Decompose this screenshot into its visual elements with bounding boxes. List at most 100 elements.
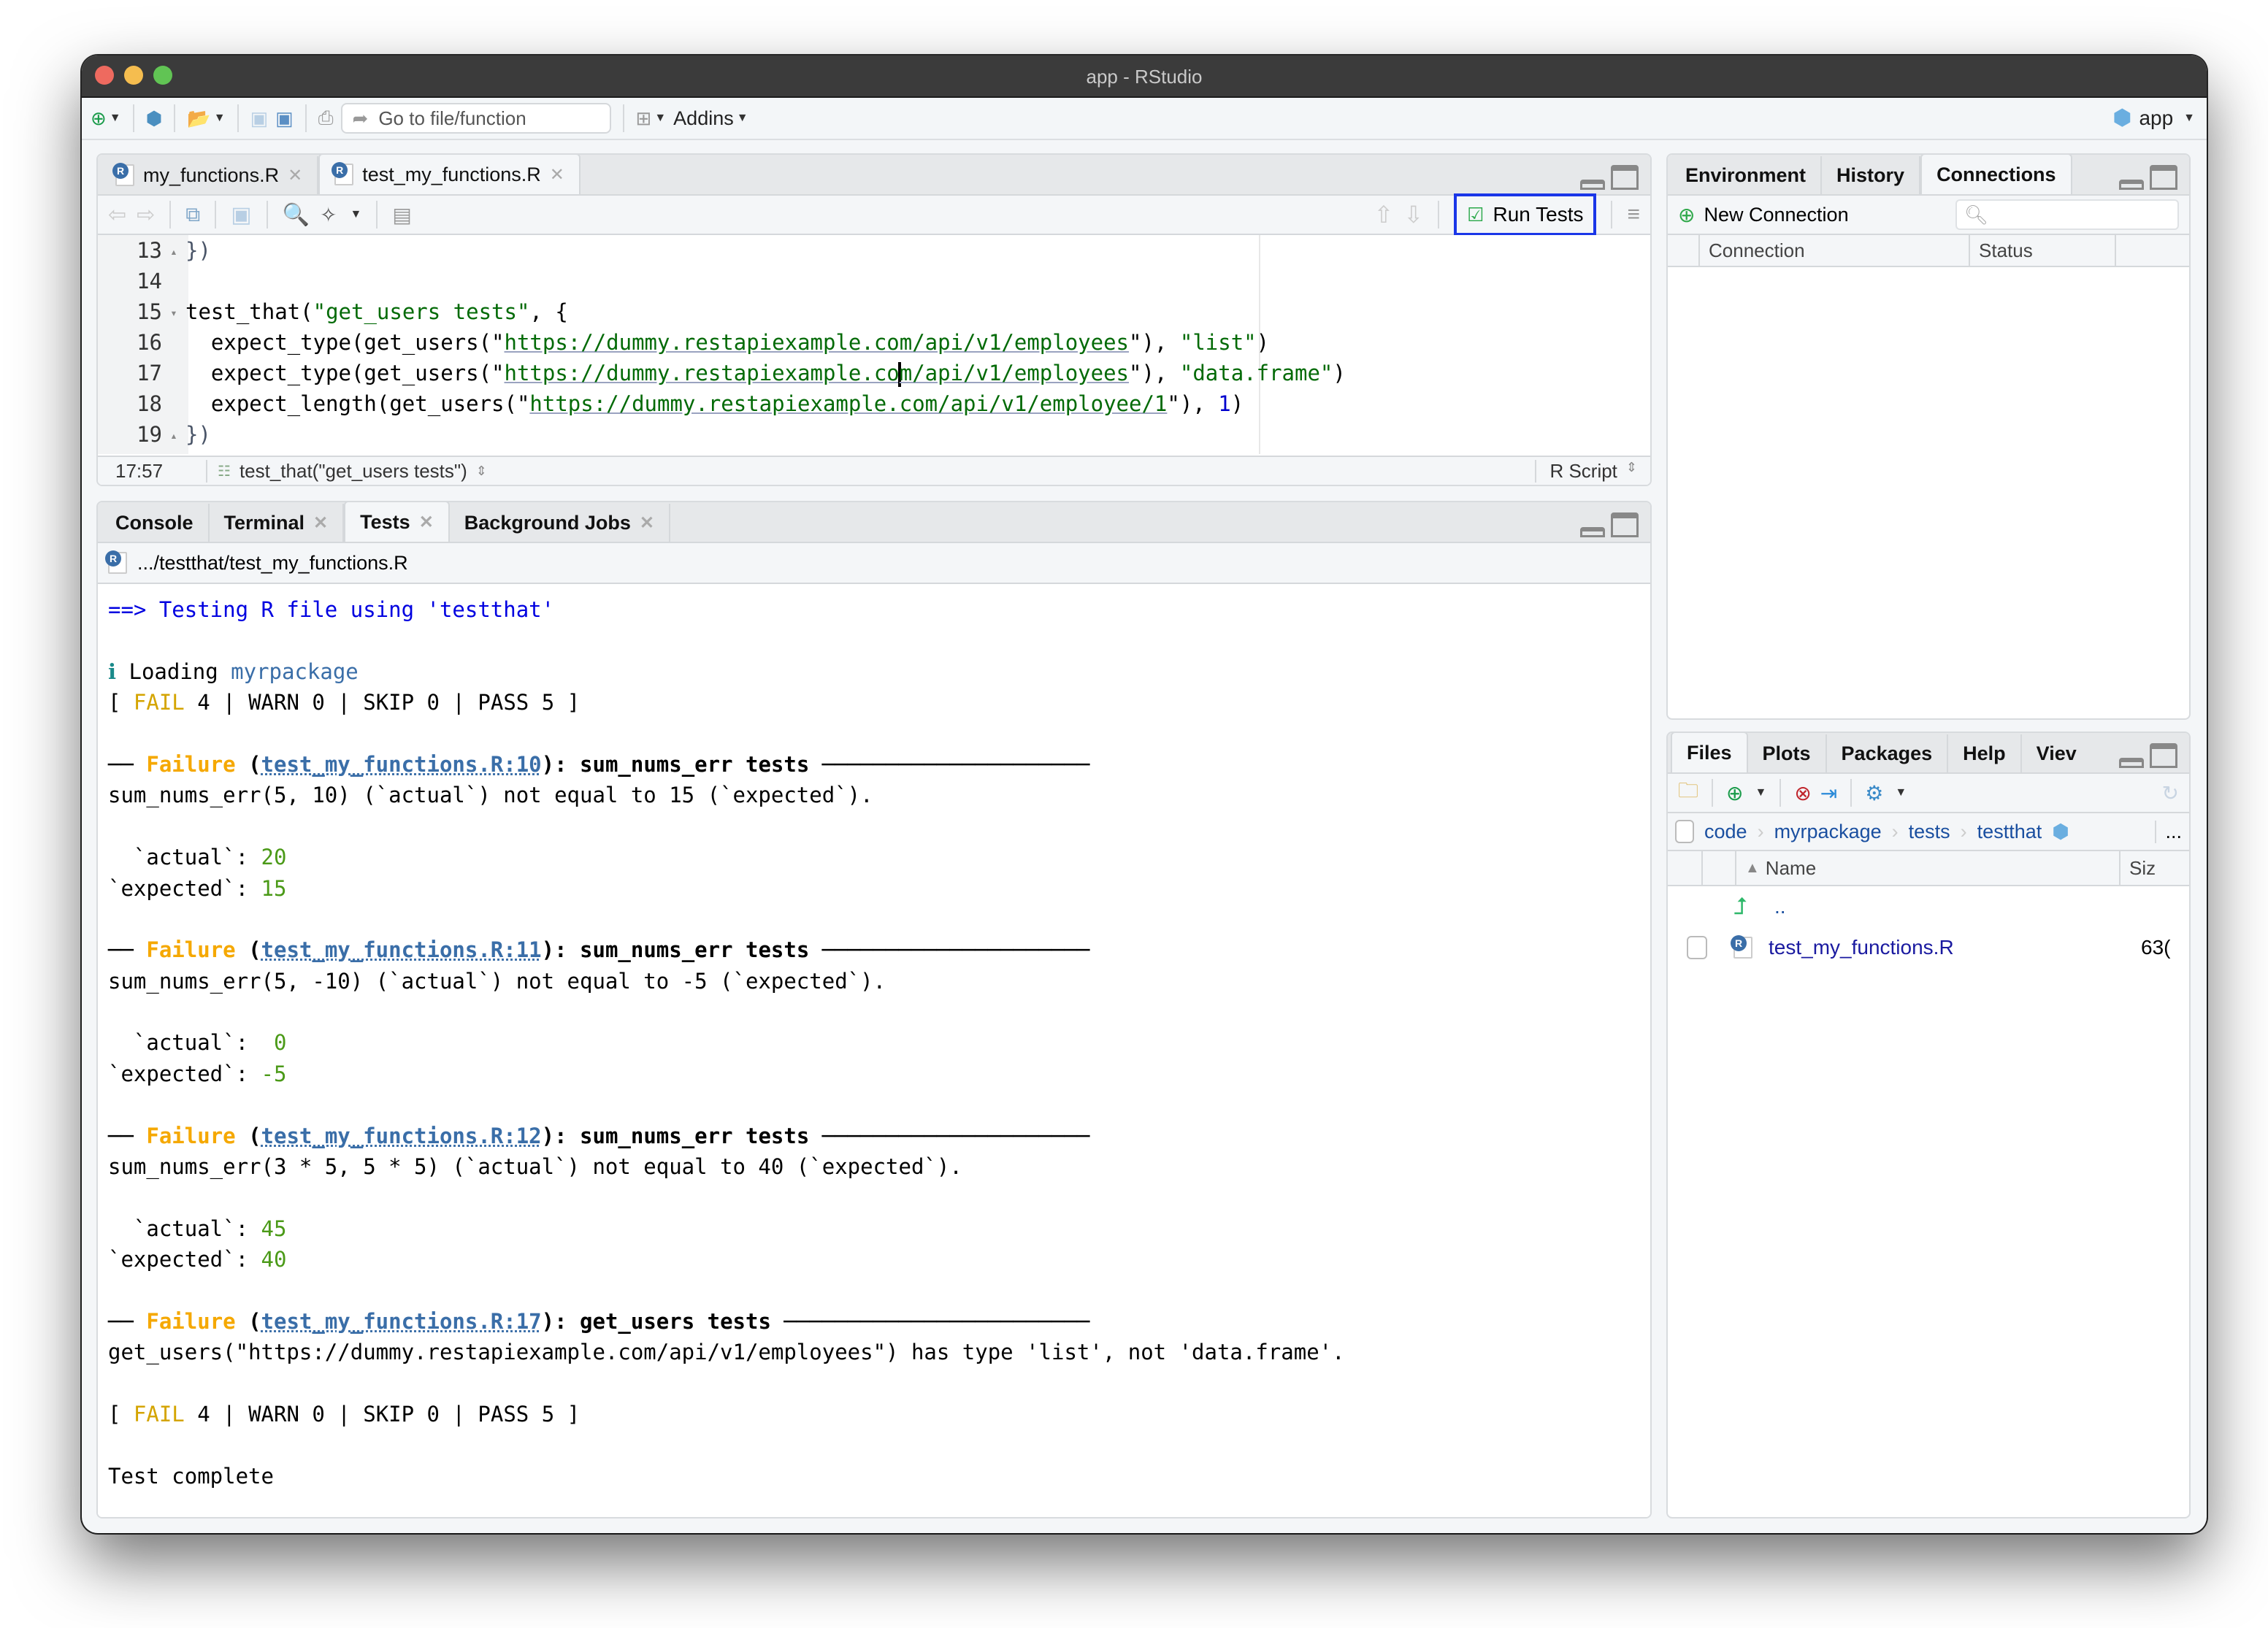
column-size[interactable]: Siz: [2120, 851, 2179, 885]
failure-header: ── Failure (test_my_functions.R:12): sum…: [108, 1123, 1090, 1148]
code-tools-wand-icon[interactable]: ✧: [320, 203, 337, 227]
run-tests-button[interactable]: ☑ Run Tests: [1454, 193, 1597, 236]
failure-location-link[interactable]: test_my_functions.R:17: [261, 1309, 542, 1334]
maximize-pane-button[interactable]: [2150, 165, 2177, 190]
tab-packages[interactable]: Packages: [1827, 734, 1949, 772]
pane-layout-icon: ⊞: [635, 107, 652, 129]
find-replace-icon[interactable]: 🔍: [283, 202, 310, 228]
select-all-checkbox[interactable]: [1675, 820, 1694, 843]
save-all-button[interactable]: ▣: [275, 104, 294, 133]
more-gear-icon[interactable]: ⚙: [1865, 781, 1883, 805]
goto-arrow-icon: ➦: [352, 107, 369, 129]
chevron-down-icon[interactable]: ▼: [350, 208, 361, 221]
tab-help[interactable]: Help: [1948, 734, 2022, 772]
editor-tab-my-functions[interactable]: my_functions.R ✕: [101, 156, 319, 194]
fold-toggle[interactable]: ▾: [162, 298, 185, 329]
main-toolbar: ⊕ ▼ ⬢ 📂 ▼ ▣ ▣ ⎙ ➦ Go to file/function ⊞ ▼ A…: [82, 98, 2207, 140]
more-path-button[interactable]: ...: [2155, 820, 2182, 843]
file-row-parent[interactable]: ⮥ ..: [1668, 886, 2189, 927]
connections-search-input[interactable]: 🔍︎: [1955, 199, 2179, 230]
code-line: 16 expect_type(get_users("https://dummy.…: [137, 330, 1270, 355]
failure-location-link[interactable]: test_my_functions.R:10: [261, 752, 542, 777]
tab-connections[interactable]: Connections: [1920, 155, 2072, 194]
save-icon[interactable]: ▣: [231, 202, 251, 228]
maximize-pane-button[interactable]: [2150, 743, 2177, 768]
forward-icon[interactable]: ⇨: [137, 202, 155, 228]
fold-toggle[interactable]: ▴: [162, 237, 185, 267]
close-tab-icon[interactable]: ✕: [419, 512, 434, 533]
new-project-button[interactable]: ⬢: [146, 104, 163, 133]
output-header: ==> Testing R file using 'testthat': [108, 597, 555, 622]
breadcrumb-code[interactable]: code: [1704, 821, 1747, 843]
console-pane: Console Terminal ✕ Tests ✕ Background Jobs…: [96, 501, 1652, 1518]
tab-environment[interactable]: Environment: [1671, 156, 1823, 194]
minimize-pane-button[interactable]: [2119, 758, 2144, 768]
close-tab-icon[interactable]: ✕: [640, 512, 654, 534]
close-tab-icon[interactable]: ✕: [288, 165, 302, 186]
breadcrumb-myrpackage[interactable]: myrpackage: [1774, 821, 1882, 843]
tab-files[interactable]: Files: [1671, 733, 1748, 772]
print-button[interactable]: ⎙: [318, 104, 334, 133]
failure-location-link[interactable]: test_my_functions.R:12: [261, 1124, 542, 1148]
chevron-down-icon: ▼: [2183, 111, 2195, 124]
chevron-down-icon[interactable]: ▼: [1895, 786, 1907, 799]
back-icon[interactable]: ⇦: [108, 202, 126, 228]
r-project-icon: ⬢: [2052, 820, 2069, 842]
addins-menu[interactable]: Addins ▼: [673, 104, 748, 133]
file-row[interactable]: test_my_functions.R 63(: [1668, 927, 2189, 968]
title-bar: app - RStudio: [82, 55, 2207, 98]
column-status[interactable]: Status: [1970, 235, 2116, 266]
save-button[interactable]: ▣: [250, 104, 269, 133]
go-up-arrow-icon: ⮥: [1733, 893, 1747, 919]
new-folder-icon[interactable]: 🗀: [1678, 775, 1698, 810]
file-checkbox[interactable]: [1687, 936, 1707, 959]
new-connection-button[interactable]: ⊕ New Connection: [1678, 203, 1849, 227]
minimize-pane-button[interactable]: [1580, 527, 1605, 537]
breadcrumb-tests[interactable]: tests: [1909, 821, 1950, 843]
code-editor[interactable]: 13 ▴}) 14 15 ▾ test_that("get_users tests",…: [98, 235, 1650, 454]
window-title: app - RStudio: [1086, 66, 1203, 88]
tab-viewer[interactable]: Viev: [2022, 734, 2091, 772]
editor-tab-test-my-functions[interactable]: test_my_functions.R ✕: [318, 155, 581, 194]
column-connection[interactable]: Connection: [1700, 235, 1970, 266]
tab-tests[interactable]: Tests ✕: [344, 502, 450, 542]
delete-file-icon[interactable]: ⊗: [1794, 781, 1811, 805]
maximize-pane-button[interactable]: [1611, 512, 1639, 537]
document-outline-icon[interactable]: ≡: [1627, 202, 1640, 227]
fold-toggle[interactable]: ▴: [162, 421, 185, 451]
editor-tabs: my_functions.R ✕ test_my_functions.R ✕: [98, 155, 1650, 196]
failure-location-link[interactable]: test_my_functions.R:11: [261, 937, 542, 962]
go-up-icon[interactable]: ⇧: [1374, 201, 1394, 229]
chevron-down-icon: ▼: [213, 112, 226, 124]
new-file-button[interactable]: ⊕ ▼: [91, 104, 121, 133]
maximize-pane-button[interactable]: [1611, 165, 1639, 190]
tab-terminal[interactable]: Terminal ✕: [210, 504, 345, 542]
project-menu[interactable]: ⬢ app ▼: [2112, 105, 2195, 131]
pane-layout-button[interactable]: ⊞ ▼: [636, 104, 667, 133]
column-name[interactable]: ▲ Name: [1736, 851, 2120, 885]
chevron-down-icon[interactable]: ▼: [1755, 786, 1766, 799]
goto-file-function-input[interactable]: ➦ Go to file/function: [340, 103, 611, 134]
tab-background-jobs[interactable]: Background Jobs ✕: [450, 504, 670, 542]
tab-plots[interactable]: Plots: [1748, 734, 1827, 772]
failure-message: sum_nums_err(3 * 5, 5 * 5) (`actual`) no…: [108, 1154, 962, 1180]
refresh-icon[interactable]: ↻: [2162, 781, 2179, 805]
editor-status-bar: 17:57 ☷ test_that("get_users tests") ⇕ R…: [98, 456, 1650, 485]
open-file-button[interactable]: 📂 ▼: [187, 104, 225, 133]
rename-file-icon[interactable]: ⇥: [1820, 781, 1837, 805]
show-in-window-icon[interactable]: ⧉: [185, 203, 200, 227]
file-type-selector[interactable]: R Script ⇕: [1535, 459, 1650, 483]
close-tab-icon[interactable]: ✕: [550, 164, 564, 185]
minimize-pane-button[interactable]: [2119, 180, 2144, 190]
close-tab-icon[interactable]: ✕: [313, 512, 328, 534]
minimize-pane-button[interactable]: [1580, 180, 1605, 190]
go-down-icon[interactable]: ⇩: [1403, 201, 1423, 229]
tab-console[interactable]: Console: [101, 504, 210, 542]
code-line: 13 ▴}): [98, 235, 1650, 266]
tab-history[interactable]: History: [1822, 156, 1921, 194]
compile-report-icon[interactable]: ▤: [392, 203, 411, 227]
breadcrumb-testthat[interactable]: testthat: [1977, 821, 2042, 843]
scope-navigator[interactable]: ☷ test_that("get_users tests") ⇕: [207, 460, 487, 483]
file-name-link[interactable]: test_my_functions.R: [1769, 936, 2141, 959]
new-blank-file-icon[interactable]: ⊕: [1726, 781, 1743, 805]
